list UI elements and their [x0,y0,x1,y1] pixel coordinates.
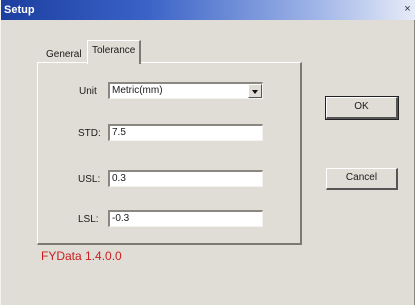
setup-dialog: Setup × General Tolerance Unit Metric(mm… [0,0,415,305]
ok-button[interactable]: OK [325,96,399,120]
std-input[interactable]: 7.5 [108,124,263,141]
unit-label: Unit [79,86,97,97]
unit-dropdown-value: Metric(mm) [112,85,163,96]
version-label: FYData 1.4.0.0 [41,249,122,263]
lsl-label: LSL: [78,214,99,225]
window-title: Setup [4,4,35,16]
close-icon[interactable]: × [402,3,413,16]
tab-tolerance[interactable]: Tolerance [87,40,142,64]
chevron-down-icon[interactable] [248,84,262,98]
cancel-button[interactable]: Cancel [326,168,398,190]
tab-general[interactable]: General [42,46,86,63]
lsl-input[interactable]: -0.3 [108,210,263,227]
usl-label: USL: [78,174,101,185]
std-label: STD: [78,128,101,139]
title-bar[interactable]: Setup × [1,0,415,20]
usl-input[interactable]: 0.3 [108,170,263,187]
unit-dropdown[interactable]: Metric(mm) [108,82,263,99]
